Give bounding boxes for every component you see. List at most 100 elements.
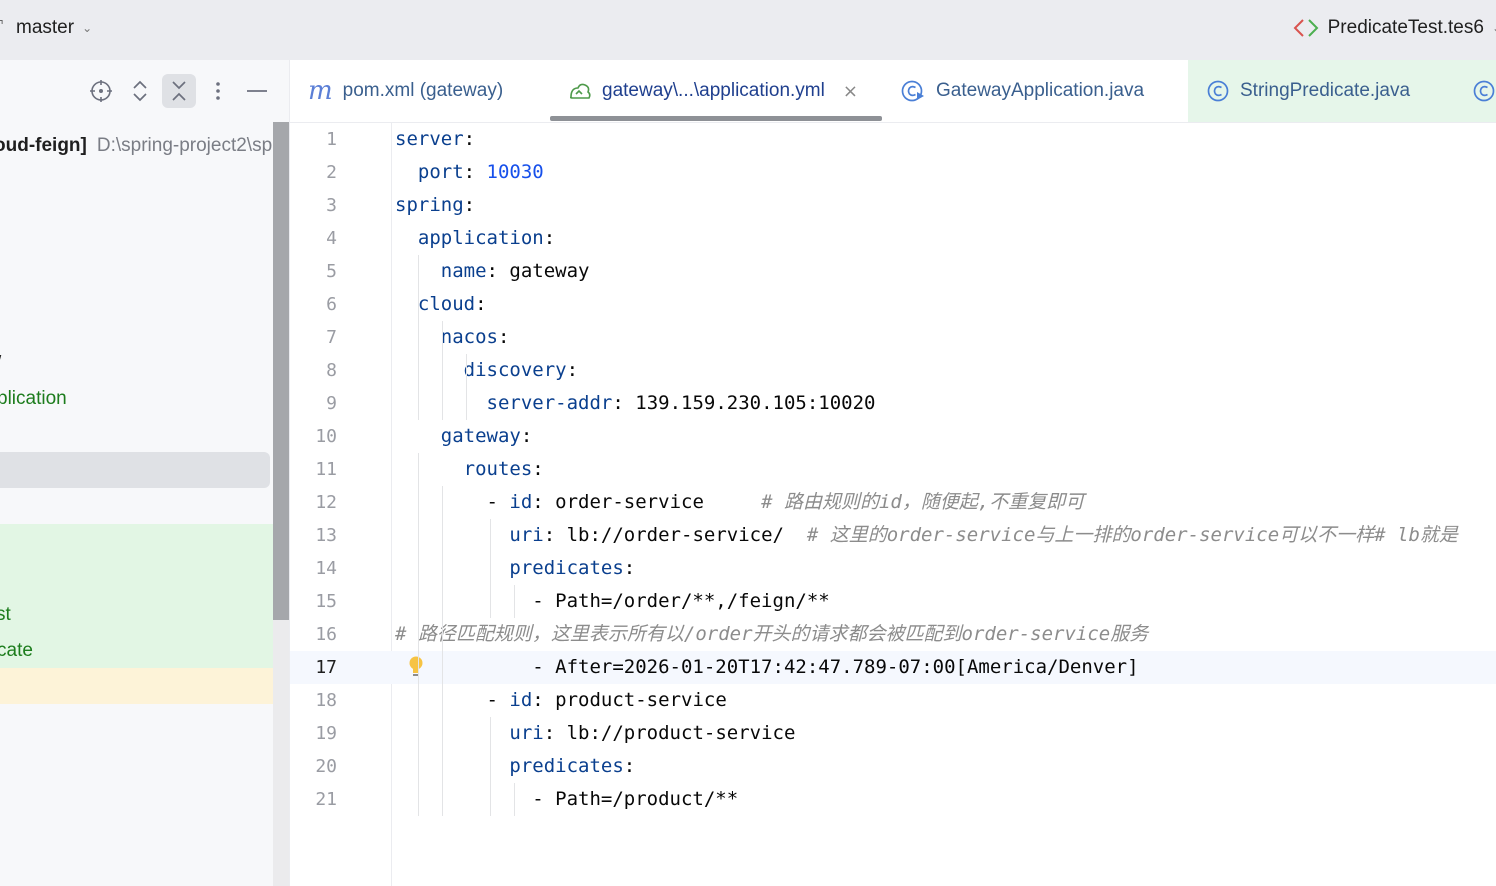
tab-label: gateway\...\application.yml bbox=[602, 80, 825, 101]
project-scrollbar-thumb[interactable] bbox=[273, 122, 289, 620]
line-number: 5 bbox=[326, 261, 337, 282]
code-text: predicates: bbox=[395, 750, 635, 783]
code-line[interactable]: 1 server: bbox=[290, 123, 1496, 156]
options-button[interactable] bbox=[201, 74, 235, 108]
indent-guide bbox=[490, 519, 491, 618]
yaml-value: 139.159.230.105:10020 bbox=[623, 392, 876, 414]
project-toolbar bbox=[0, 60, 289, 122]
close-tab-icon[interactable]: × bbox=[843, 81, 858, 102]
tree-item-label: st bbox=[0, 604, 11, 625]
project-root-name: oud-feign] bbox=[0, 135, 87, 156]
tab-overflow[interactable] bbox=[1472, 60, 1496, 122]
yaml-key: cloud bbox=[417, 293, 476, 315]
yaml-value: product-service bbox=[543, 689, 727, 711]
line-number: 19 bbox=[315, 723, 337, 744]
yaml-list-item: - Path=/product/** bbox=[532, 788, 739, 810]
yaml-key: gateway bbox=[440, 425, 521, 447]
collapse-all-button[interactable] bbox=[162, 74, 196, 108]
tree-item[interactable]: plication bbox=[0, 381, 272, 417]
code-text: - id: product-service bbox=[395, 684, 727, 717]
tree-item-project-root[interactable]: oud-feign] D:\spring-project2\spr bbox=[0, 128, 272, 164]
branch-selector[interactable]: master ⌄ bbox=[16, 17, 92, 39]
code-line[interactable]: 4 application: bbox=[290, 222, 1496, 255]
hide-panel-button[interactable] bbox=[240, 74, 274, 108]
indent: - bbox=[395, 491, 510, 513]
yaml-key: server bbox=[395, 128, 464, 150]
code-line[interactable]: 6 cloud: bbox=[290, 288, 1496, 321]
code-line[interactable]: 18 - id: product-service bbox=[290, 684, 1496, 717]
tree-item-selected[interactable] bbox=[0, 452, 270, 488]
yaml-key: id bbox=[509, 491, 533, 513]
active-tab-indicator bbox=[550, 116, 882, 121]
code-line[interactable]: 8 discovery: bbox=[290, 354, 1496, 387]
code-line[interactable]: 17 - After=2026-01-20T17:42:47.789-07:00… bbox=[290, 651, 1496, 684]
code-text: server: bbox=[395, 123, 475, 156]
yaml-value: lb://order-service/ bbox=[555, 524, 807, 546]
code-line[interactable]: 7 nacos: bbox=[290, 321, 1496, 354]
code-line[interactable]: 16 # 路径匹配规则，这里表示所有以/order开头的请求都会被匹配到order… bbox=[290, 618, 1496, 651]
tab-application-yml[interactable]: gateway\...\application.yml × bbox=[568, 60, 858, 122]
branch-arrow-icon: ⌝ bbox=[0, 18, 4, 32]
indent-guide bbox=[490, 717, 491, 816]
code-line[interactable]: 2 port: 10030 bbox=[290, 156, 1496, 189]
line-number: 4 bbox=[326, 228, 337, 249]
line-number: 21 bbox=[315, 789, 337, 810]
indent-guide bbox=[418, 255, 419, 420]
code-text: server-addr: 139.159.230.105:10020 bbox=[395, 387, 876, 420]
code-line[interactable]: 13 uri: lb://order-service/ # 这里的order-s… bbox=[290, 519, 1496, 552]
colon: : bbox=[532, 689, 544, 711]
yaml-key: name bbox=[440, 260, 487, 282]
run-configuration-selector[interactable]: PredicateTest.tes6 ⌄ bbox=[1292, 17, 1496, 39]
select-opened-file-button[interactable] bbox=[84, 74, 118, 108]
tree-item-highlighted[interactable] bbox=[0, 668, 273, 704]
colon: : bbox=[566, 359, 579, 381]
tree-item[interactable]: cate bbox=[0, 633, 272, 669]
code-text: uri: lb://order-service/ # 这里的order-serv… bbox=[395, 519, 1458, 552]
line-number: 6 bbox=[326, 294, 337, 315]
code-line[interactable]: 10 gateway: bbox=[290, 420, 1496, 453]
code-text: - Path=/order/**,/feign/** bbox=[395, 585, 829, 618]
code-text: name: gateway bbox=[395, 255, 590, 288]
code-line[interactable]: 21 - Path=/product/** bbox=[290, 783, 1496, 816]
colon: : bbox=[543, 227, 556, 249]
code-text: application: bbox=[395, 222, 555, 255]
code-line[interactable]: 5 name: gateway bbox=[290, 255, 1496, 288]
code-editor[interactable]: 1 server: 2 port: 10030 3 spring: 4 applicati… bbox=[290, 123, 1496, 886]
code-line[interactable]: 11 routes: bbox=[290, 453, 1496, 486]
more-vertical-icon bbox=[216, 82, 220, 100]
code-text: nacos: bbox=[395, 321, 510, 354]
tab-string-predicate-java[interactable]: StringPredicate.java bbox=[1206, 60, 1410, 122]
code-line[interactable]: 15 - Path=/order/**,/feign/** bbox=[290, 585, 1496, 618]
yaml-comment: # 路由规则的id，随便起,不重复即可 bbox=[761, 491, 1085, 513]
line-number: 16 bbox=[315, 624, 337, 645]
tree-item[interactable]: / bbox=[0, 346, 272, 382]
yaml-comment: # 路径匹配规则，这里表示所有以/order开头的请求都会被匹配到order-s… bbox=[395, 623, 1149, 645]
line-number: 12 bbox=[315, 492, 337, 513]
tab-gateway-application-java[interactable]: GatewayApplication.java bbox=[900, 60, 1144, 122]
yaml-value: lb://product-service bbox=[555, 722, 796, 744]
colon: : bbox=[463, 128, 476, 150]
colon: : bbox=[486, 260, 498, 282]
tab-pom-xml[interactable]: m pom.xml (gateway) bbox=[308, 60, 503, 122]
colon: : bbox=[623, 755, 636, 777]
line-number: 20 bbox=[315, 756, 337, 777]
tree-item[interactable]: st bbox=[0, 597, 272, 633]
code-line[interactable]: 12 - id: order-service # 路由规则的id，随便起,不重复… bbox=[290, 486, 1496, 519]
colon: : bbox=[475, 293, 487, 315]
line-number: 3 bbox=[326, 195, 337, 216]
code-line[interactable]: 19 uri: lb://product-service bbox=[290, 717, 1496, 750]
tree-item-label: cate bbox=[0, 640, 33, 661]
java-class-icon bbox=[1473, 80, 1495, 102]
lightbulb-icon[interactable] bbox=[408, 654, 424, 680]
code-line[interactable]: 3 spring: bbox=[290, 189, 1496, 222]
colon: : bbox=[463, 161, 476, 183]
code-line[interactable]: 9 server-addr: 139.159.230.105:10020 bbox=[290, 387, 1496, 420]
expand-all-button[interactable] bbox=[123, 74, 157, 108]
code-line[interactable]: 20 predicates: bbox=[290, 750, 1496, 783]
code-line[interactable]: 14 predicates: bbox=[290, 552, 1496, 585]
